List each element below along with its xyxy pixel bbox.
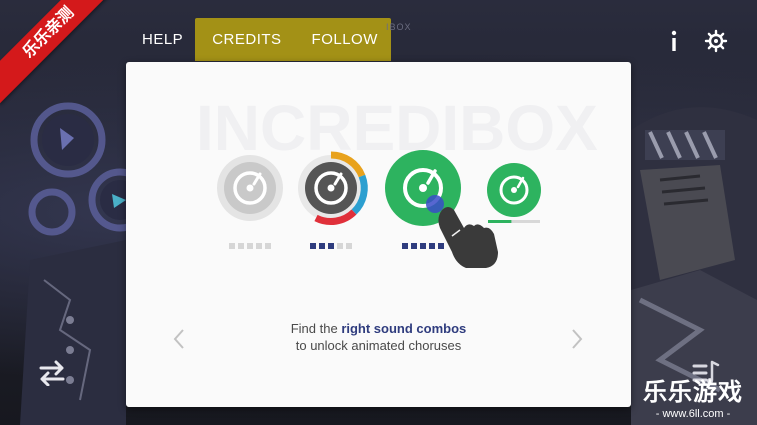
info-icon[interactable] bbox=[666, 29, 682, 53]
step-dot bbox=[411, 243, 417, 249]
step-dot bbox=[229, 243, 235, 249]
swap-icon[interactable] bbox=[38, 360, 66, 386]
background-title-text: IBOX bbox=[386, 22, 412, 32]
step-dot bbox=[420, 243, 426, 249]
step-dot bbox=[328, 243, 334, 249]
step-dot bbox=[429, 243, 435, 249]
step-dot bbox=[310, 243, 316, 249]
tutorial-caption: Find the right sound combos to unlock an… bbox=[126, 320, 631, 354]
step-dot bbox=[238, 243, 244, 249]
caption-prefix: Find the bbox=[290, 321, 342, 336]
step-dots bbox=[229, 243, 444, 249]
nav-credits[interactable]: CREDITS bbox=[195, 18, 294, 61]
gear-icon[interactable] bbox=[704, 29, 728, 53]
step-dot bbox=[346, 243, 352, 249]
caption-highlight: right sound combos bbox=[341, 321, 467, 336]
site-watermark: 乐乐游戏 - www.6ll.com - bbox=[633, 379, 753, 421]
faded-title-art: INCREDIBOX bbox=[196, 92, 598, 164]
nav-help[interactable]: HELP bbox=[130, 18, 195, 61]
step-dot bbox=[247, 243, 253, 249]
step-dot bbox=[438, 243, 444, 249]
step-dot bbox=[337, 243, 343, 249]
pointing-hand-icon bbox=[438, 207, 498, 268]
record-step-1 bbox=[217, 155, 283, 221]
caption-line-1: Find the right sound combos bbox=[126, 320, 631, 337]
watermark-url: - www.6ll.com - bbox=[655, 408, 731, 420]
step-dot bbox=[402, 243, 408, 249]
nav-follow[interactable]: FOLLOW bbox=[295, 18, 391, 61]
top-navigation: HELP CREDITS FOLLOW bbox=[130, 18, 391, 61]
caption-line-2: to unlock animated choruses bbox=[295, 338, 462, 353]
step-dot bbox=[319, 243, 325, 249]
watermark-title: 乐乐游戏 bbox=[643, 379, 743, 406]
step-dot bbox=[256, 243, 262, 249]
step-dot bbox=[265, 243, 271, 249]
record-step-2 bbox=[298, 151, 368, 225]
tutorial-illustration: INCREDIBOX bbox=[196, 92, 598, 268]
nav-active-group: CREDITS FOLLOW bbox=[195, 18, 391, 61]
record-step-4 bbox=[487, 163, 541, 223]
unlock-progress-fill bbox=[488, 220, 512, 223]
tutorial-dialog: INCREDIBOX Find the right sound combos t… bbox=[126, 62, 631, 407]
